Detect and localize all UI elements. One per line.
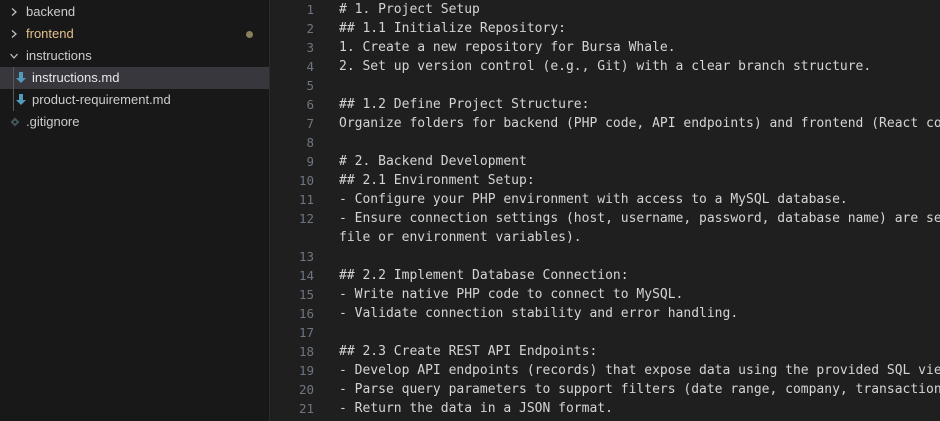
line-text: - Ensure connection settings (host, user… bbox=[339, 211, 940, 226]
line-number: 5 bbox=[306, 78, 314, 93]
line-number: 11 bbox=[298, 192, 314, 207]
line-text: 1. Create a new repository for Bursa Wha… bbox=[339, 40, 676, 55]
editor-line[interactable]: 20 - Parse query parameters to support fi… bbox=[270, 380, 940, 399]
editor-line[interactable]: 14 ## 2.2 Implement Database Connection: bbox=[270, 266, 940, 285]
editor-line[interactable]: 15 - Write native PHP code to connect to … bbox=[270, 285, 940, 304]
line-text: ## 2.2 Implement Database Connection: bbox=[339, 268, 629, 283]
vscode-window: backend frontend instructions instructio… bbox=[0, 0, 940, 421]
line-number: 13 bbox=[298, 249, 314, 264]
editor-line[interactable]: 21 - Return the data in a JSON format. bbox=[270, 399, 940, 418]
editor-line[interactable]: 9 # 2. Backend Development bbox=[270, 152, 940, 171]
editor-line[interactable]: 2 ## 1.1 Initialize Repository: bbox=[270, 19, 940, 38]
editor-line[interactable]: 13 bbox=[270, 247, 940, 266]
line-number: 3 bbox=[306, 40, 314, 55]
editor-line[interactable]: 10 ## 2.1 Environment Setup: bbox=[270, 171, 940, 190]
git-icon bbox=[8, 111, 22, 133]
editor-line[interactable]: 5 bbox=[270, 76, 940, 95]
line-text: Organize folders for backend (PHP code, … bbox=[339, 116, 940, 131]
line-text: - Develop API endpoints (records) that e… bbox=[339, 363, 940, 378]
editor-line[interactable]: 17 bbox=[270, 323, 940, 342]
explorer-item-label: frontend bbox=[26, 26, 74, 41]
line-number: 15 bbox=[298, 287, 314, 302]
line-text: - Write native PHP code to connect to My… bbox=[339, 287, 684, 302]
editor-line[interactable]: 19 - Develop API endpoints (records) that… bbox=[270, 361, 940, 380]
markdown-icon bbox=[14, 67, 28, 89]
editor-line[interactable]: file or environment variables). bbox=[270, 228, 940, 247]
chevron-down-icon bbox=[6, 45, 22, 67]
line-number: 9 bbox=[306, 154, 314, 169]
editor-line[interactable]: 7 Organize folders for backend (PHP code,… bbox=[270, 114, 940, 133]
explorer-folder-frontend[interactable]: frontend bbox=[0, 23, 269, 45]
explorer-item-label: product-requirement.md bbox=[32, 92, 171, 107]
line-number: 10 bbox=[298, 173, 314, 188]
editor-line[interactable]: 4 2. Set up version control (e.g., Git) w… bbox=[270, 57, 940, 76]
line-number: 7 bbox=[306, 116, 314, 131]
line-text: # 2. Backend Development bbox=[339, 154, 527, 169]
line-number: 18 bbox=[298, 344, 314, 359]
line-number: 2 bbox=[306, 21, 314, 36]
line-text: - Validate connection stability and erro… bbox=[339, 306, 739, 321]
tree-indent-guide bbox=[13, 67, 14, 89]
line-text: file or environment variables). bbox=[339, 230, 582, 245]
tree-indent-guide bbox=[13, 89, 14, 111]
line-number: 17 bbox=[298, 325, 314, 340]
editor-lines: 1 # 1. Project Setup 2 ## 1.1 Initialize Re… bbox=[270, 0, 940, 418]
editor-line[interactable]: 11 - Configure your PHP environment with … bbox=[270, 190, 940, 209]
markdown-icon bbox=[14, 89, 28, 111]
line-number: 6 bbox=[306, 97, 314, 112]
chevron-right-icon bbox=[6, 1, 22, 23]
editor-line[interactable]: 8 bbox=[270, 133, 940, 152]
explorer-file-product-requirement-md[interactable]: product-requirement.md bbox=[0, 89, 269, 111]
editor-line[interactable]: 12 - Ensure connection settings (host, us… bbox=[270, 209, 940, 228]
line-text: ## 1.2 Define Project Structure: bbox=[339, 97, 590, 112]
line-number: 20 bbox=[298, 382, 314, 397]
line-text: - Return the data in a JSON format. bbox=[339, 401, 613, 416]
explorer-item-label: .gitignore bbox=[26, 114, 80, 129]
explorer-folder-instructions[interactable]: instructions bbox=[0, 45, 269, 67]
line-text: 2. Set up version control (e.g., Git) wi… bbox=[339, 59, 872, 74]
line-number: 4 bbox=[306, 59, 314, 74]
code-editor[interactable]: 1 # 1. Project Setup 2 ## 1.1 Initialize Re… bbox=[270, 0, 940, 421]
line-number: 19 bbox=[298, 363, 314, 378]
editor-line[interactable]: 1 # 1. Project Setup bbox=[270, 0, 940, 19]
explorer-file-instructions-md[interactable]: instructions.md bbox=[0, 67, 269, 89]
line-number: 16 bbox=[298, 306, 314, 321]
line-text: - Parse query parameters to support filt… bbox=[339, 382, 940, 397]
line-text: # 1. Project Setup bbox=[339, 2, 480, 17]
explorer-file-gitignore[interactable]: .gitignore bbox=[0, 111, 269, 133]
chevron-right-icon bbox=[6, 23, 22, 45]
explorer-sidebar: backend frontend instructions instructio… bbox=[0, 0, 270, 421]
line-number: 12 bbox=[298, 211, 314, 226]
line-text: ## 2.1 Environment Setup: bbox=[339, 173, 535, 188]
editor-line[interactable]: 3 1. Create a new repository for Bursa Wh… bbox=[270, 38, 940, 57]
explorer-item-label: instructions bbox=[26, 48, 92, 63]
line-number: 14 bbox=[298, 268, 314, 283]
modified-indicator-dot bbox=[246, 31, 253, 38]
line-number: 8 bbox=[306, 135, 314, 150]
editor-line[interactable]: 16 - Validate connection stability and er… bbox=[270, 304, 940, 323]
editor-line[interactable]: 6 ## 1.2 Define Project Structure: bbox=[270, 95, 940, 114]
line-text: ## 2.3 Create REST API Endpoints: bbox=[339, 344, 598, 359]
line-number: 1 bbox=[306, 2, 314, 17]
explorer-item-label: instructions.md bbox=[32, 70, 120, 85]
line-text: - Configure your PHP environment with ac… bbox=[339, 192, 848, 207]
line-number: 21 bbox=[298, 401, 314, 416]
explorer-item-label: backend bbox=[26, 4, 76, 19]
line-text: ## 1.1 Initialize Repository: bbox=[339, 21, 566, 36]
explorer-folder-backend[interactable]: backend bbox=[0, 1, 269, 23]
editor-line[interactable]: 18 ## 2.3 Create REST API Endpoints: bbox=[270, 342, 940, 361]
